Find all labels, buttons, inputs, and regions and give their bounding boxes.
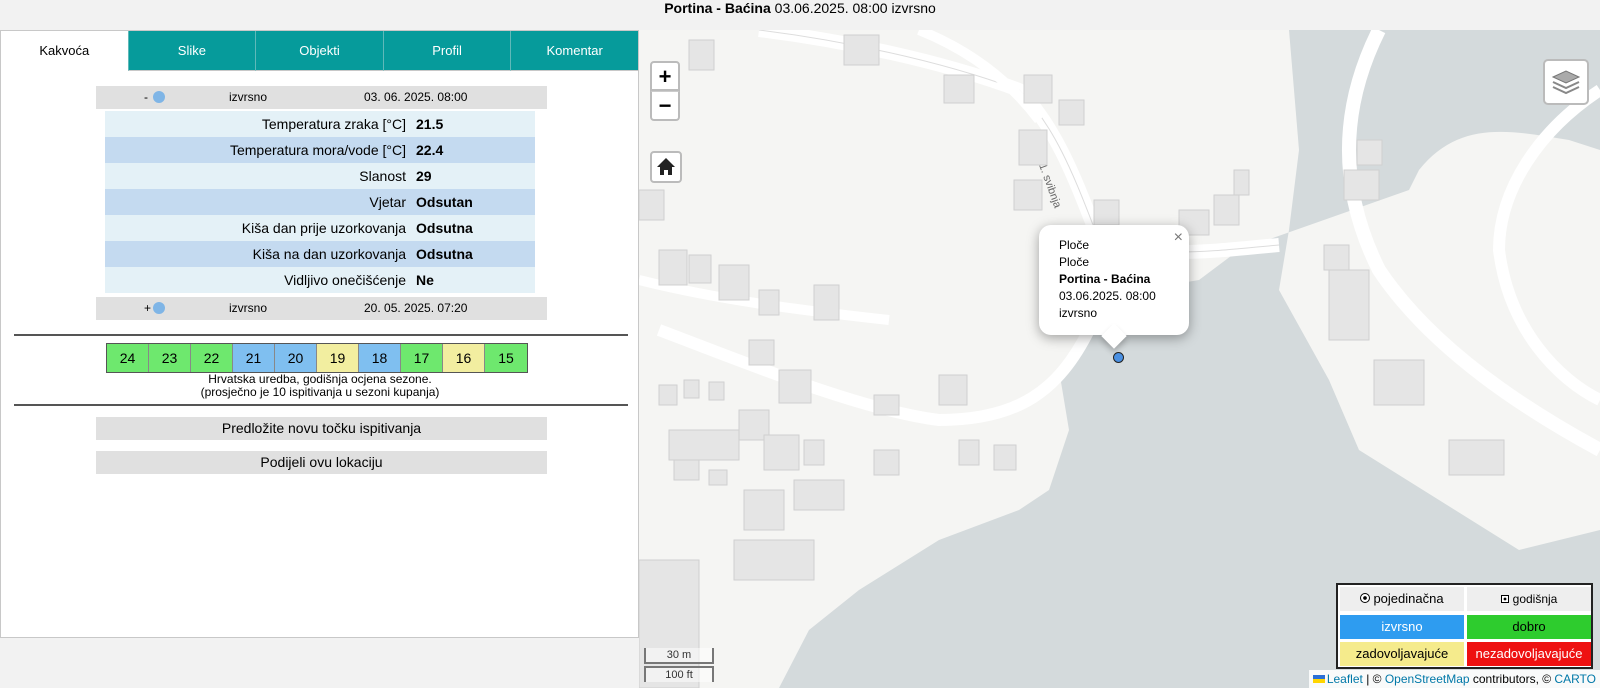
- sample-row-current[interactable]: - izvrsno 03. 06. 2025. 08:00: [96, 86, 547, 109]
- detail-row: Vidljivo onečišćenje Ne: [105, 267, 535, 293]
- detail-row: Kiša na dan uzorkovanja Odsutna: [105, 241, 535, 267]
- detail-label: Vjetar: [369, 194, 406, 210]
- year-grade-cell: 15: [485, 344, 527, 372]
- year-grade-cell: 22: [191, 344, 233, 372]
- location-popup: × Ploče Ploče Portina - Baćina 03.06.202…: [1039, 225, 1189, 349]
- detail-label: Vidljivo onečišćenje: [284, 272, 406, 288]
- title-rest: 03.06.2025. 08:00 izvrsno: [770, 0, 936, 16]
- legend-single-option[interactable]: pojedinačna: [1340, 587, 1464, 611]
- divider: [14, 334, 628, 336]
- layers-button[interactable]: [1543, 59, 1589, 105]
- share-location-button[interactable]: Podijeli ovu lokaciju: [96, 451, 547, 474]
- detail-row: Slanost 29: [105, 163, 535, 189]
- detail-value: 29: [416, 168, 432, 184]
- propose-point-button[interactable]: Predložite novu točku ispitivanja: [96, 417, 547, 440]
- tab-quality[interactable]: Kakvoća: [1, 31, 128, 71]
- detail-value: 21.5: [416, 116, 444, 132]
- popup-datetime: 03.06.2025. 08:00: [1059, 289, 1156, 303]
- popup-status: izvrsno: [1059, 306, 1098, 320]
- tab-bar: Kakvoća Slike Objekti Profil Komentar: [1, 31, 638, 71]
- detail-row: Vjetar Odsutan: [105, 189, 535, 215]
- detail-label: Slanost: [359, 168, 406, 184]
- year-grade-cell: 20: [275, 344, 317, 372]
- year-grade-cell: 18: [359, 344, 401, 372]
- title-location: Portina - Baćina: [664, 0, 771, 16]
- detail-row: Temperatura zraka [°C] 21.5: [105, 111, 535, 137]
- sample-row-previous[interactable]: + izvrsno 20. 05. 2025. 07:20: [96, 297, 547, 320]
- detail-label: Kiša dan prije uzorkovanja: [241, 220, 406, 236]
- detail-row: Kiša dan prije uzorkovanja Odsutna: [105, 215, 535, 241]
- detail-label: Kiša na dan uzorkovanja: [252, 246, 406, 262]
- yearly-note: Hrvatska uredba, godišnja ocjena sezone.…: [105, 373, 535, 399]
- sample-status: izvrsno: [229, 90, 268, 104]
- collapse-toggle[interactable]: -: [144, 86, 148, 109]
- sample-details-table: Temperatura zraka [°C] 21.5 Temperatura m…: [105, 111, 535, 293]
- page-title: Portina - Baćina 03.06.2025. 08:00 izvrs…: [0, 0, 1600, 30]
- detail-value: 22.4: [416, 142, 444, 158]
- square-dot-icon: [1500, 595, 1509, 603]
- year-grade-cell: 24: [107, 344, 149, 372]
- zoom-in-button[interactable]: +: [650, 61, 680, 91]
- scale-imperial: 100 ft: [644, 666, 714, 682]
- detail-value: Odsutan: [416, 194, 473, 210]
- note-line: (prosječno je 10 ispitivanja u sezoni ku…: [200, 385, 440, 399]
- attrib-text: contributors, ©: [1469, 672, 1555, 686]
- detail-label: Temperatura zraka [°C]: [261, 116, 406, 132]
- scale-metric: 30 m: [644, 648, 714, 664]
- expand-toggle[interactable]: +: [144, 297, 151, 320]
- sample-date: 03. 06. 2025. 08:00: [364, 90, 468, 104]
- year-grade-cell: 16: [443, 344, 485, 372]
- detail-row: Temperatura mora/vode [°C] 22.4: [105, 137, 535, 163]
- home-button[interactable]: [650, 151, 682, 183]
- map-attribution: Leaflet | © OpenStreetMap contributors, …: [1309, 670, 1600, 688]
- detail-value: Odsutna: [416, 220, 473, 236]
- year-grade-cell: 21: [233, 344, 275, 372]
- flag-icon: [1312, 675, 1325, 683]
- legend: pojedinačna godišnja izvrsno dobro zadov…: [1336, 583, 1593, 669]
- osm-link[interactable]: OpenStreetMap: [1385, 672, 1470, 686]
- legend-yearly-label: godišnja: [1512, 592, 1558, 606]
- tab-profile[interactable]: Profil: [382, 31, 511, 71]
- popup-line: Ploče: [1059, 238, 1090, 252]
- info-panel: Kakvoća Slike Objekti Profil Komentar - …: [0, 30, 639, 638]
- detail-label: Temperatura mora/vode [°C]: [229, 142, 406, 158]
- year-grade-cell: 19: [317, 344, 359, 372]
- carto-link[interactable]: CARTO: [1554, 672, 1596, 686]
- attrib-text: | ©: [1362, 672, 1385, 686]
- legend-poor: nezadovoljavajuće: [1467, 642, 1591, 666]
- legend-excellent: izvrsno: [1340, 615, 1464, 639]
- map[interactable]: 1. svibnja + − × Ploče Ploče Portina - B…: [639, 30, 1600, 688]
- sample-status: izvrsno: [229, 301, 268, 315]
- quality-dot-icon: [153, 302, 165, 314]
- legend-sufficient: zadovoljavajuće: [1340, 642, 1464, 666]
- year-grade-cell: 17: [401, 344, 443, 372]
- legend-yearly-option[interactable]: godišnja: [1467, 587, 1591, 611]
- radio-selected-icon: [1360, 593, 1371, 603]
- detail-value: Ne: [416, 272, 434, 288]
- popup-location-name: Portina - Baćina: [1059, 272, 1151, 286]
- leaflet-link[interactable]: Leaflet: [1327, 672, 1363, 686]
- popup-line: Ploče: [1059, 255, 1090, 269]
- quality-dot-icon: [153, 91, 165, 103]
- divider: [14, 404, 628, 406]
- home-icon: [657, 158, 675, 175]
- yearly-grades: 24 23 22 21 20 19 18 17 16 15: [106, 343, 528, 373]
- scale-bar: 30 m 100 ft: [644, 648, 714, 682]
- year-grade-cell: 23: [149, 344, 191, 372]
- legend-good: dobro: [1467, 615, 1591, 639]
- zoom-out-button[interactable]: −: [650, 91, 680, 121]
- tab-photos[interactable]: Slike: [127, 31, 256, 71]
- layers-icon: [1551, 70, 1581, 95]
- location-marker[interactable]: [1113, 352, 1124, 363]
- sample-date: 20. 05. 2025. 07:20: [364, 301, 468, 315]
- legend-single-label: pojedinačna: [1373, 591, 1444, 606]
- popup-close-button[interactable]: ×: [1174, 229, 1183, 246]
- tab-facilities[interactable]: Objekti: [255, 31, 383, 71]
- detail-value: Odsutna: [416, 246, 473, 262]
- tab-comment[interactable]: Komentar: [510, 31, 638, 71]
